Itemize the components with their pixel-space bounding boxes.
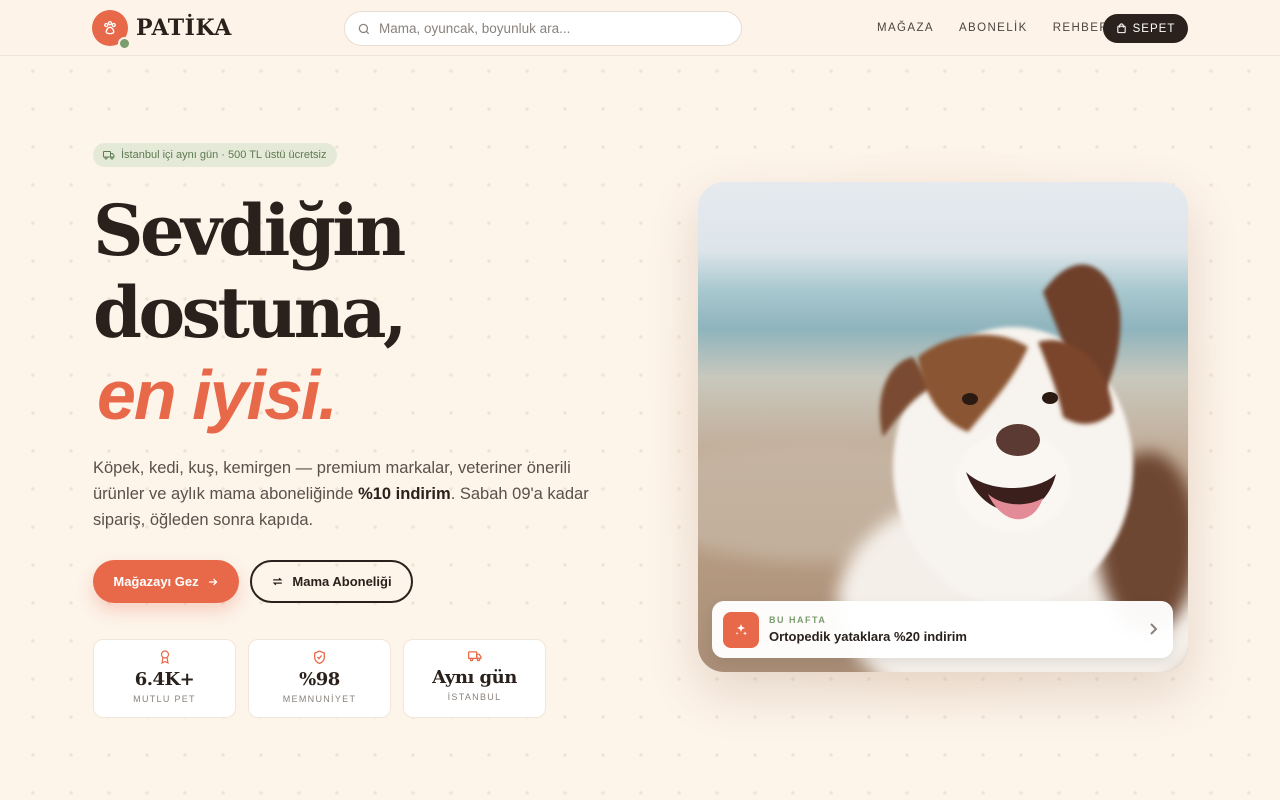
stat-value: 6.4K+ [134, 669, 195, 690]
shop-button-label: Mağazayı Gez [113, 574, 199, 589]
hero-description: Köpek, kedi, kuş, kemirgen — premium mar… [93, 455, 613, 533]
promo-title: Ortopedik yataklara %20 indirim [769, 629, 967, 644]
headline-line-1: Sevdiğin [93, 189, 406, 272]
nav-item-rehber[interactable]: REHBER [1053, 22, 1109, 34]
truck-icon [467, 651, 481, 662]
stat-value: Aynı gün [432, 667, 517, 688]
shop-button[interactable]: Mağazayı Gez [93, 560, 239, 603]
logo[interactable]: PATİKA [92, 10, 232, 50]
shopping-bag-icon [1116, 23, 1126, 34]
hero-headline: Sevdiğin dostuna, en iyisi. [93, 189, 407, 436]
stat-card-happy-pets: 6.4K+ MUTLU PET [93, 639, 236, 718]
delivery-badge: İstanbul içi aynı gün · 500 TL üstü ücre… [93, 143, 338, 167]
truck-icon [103, 151, 115, 160]
nav-item-magaza[interactable]: MAĞAZA [877, 22, 934, 34]
site-header: PATİKA MAĞAZA ABONELİK REHBER SEPET [0, 0, 1280, 56]
sparkles-icon [723, 611, 759, 648]
promo-kicker: BU HAFTA [769, 615, 827, 625]
stat-card-same-day: Aynı gün İSTANBUL [403, 639, 546, 718]
headline-line-2: dostuna, [93, 271, 407, 354]
stat-label: MUTLU PET [133, 694, 196, 704]
badge-text: İstanbul içi aynı gün · 500 TL üstü ücre… [121, 149, 327, 161]
subscription-button-label: Mama Aboneliği [292, 574, 392, 589]
main-nav: MAĞAZA ABONELİK REHBER [877, 0, 1134, 56]
chevron-right-icon [1150, 623, 1158, 635]
stat-value: %98 [299, 669, 340, 690]
weekly-promo-card[interactable]: BU HAFTA Ortopedik yataklara %20 indirim [712, 601, 1173, 658]
headline-accent: en iyisi. [97, 356, 338, 434]
stat-label: MEMNUNİYET [282, 694, 357, 704]
paw-logo-icon [92, 10, 131, 50]
stat-label: İSTANBUL [447, 692, 502, 702]
logo-status-dot [118, 37, 131, 50]
dog-hero-image [698, 182, 1188, 672]
cart-label: SEPET [1132, 22, 1176, 35]
brand-name: PATİKA [136, 15, 232, 41]
award-icon [160, 650, 169, 664]
search-bar[interactable] [344, 11, 742, 46]
stat-card-satisfaction: %98 MEMNUNİYET [248, 639, 391, 718]
cart-button[interactable]: SEPET [1103, 14, 1188, 43]
search-input[interactable] [379, 21, 741, 36]
arrow-right-icon [208, 578, 218, 585]
desc-discount: %10 indirim [358, 485, 451, 503]
subscription-button[interactable]: Mama Aboneliği [250, 560, 413, 603]
nav-item-abonelik[interactable]: ABONELİK [959, 22, 1028, 34]
search-icon [358, 23, 370, 34]
repeat-icon [273, 577, 283, 586]
shield-check-icon [314, 650, 325, 664]
